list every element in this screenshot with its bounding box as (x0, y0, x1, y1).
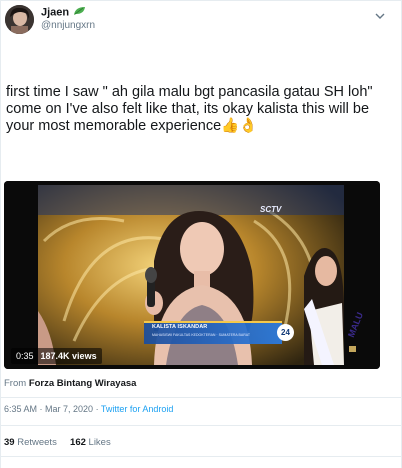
source-prefix: From (4, 378, 27, 389)
video-meta: 0:35 187.4K views (11, 348, 102, 364)
divider (0, 456, 402, 457)
tweet-stats: 39 Retweets 162 Likes (4, 437, 111, 448)
divider (0, 425, 402, 426)
author-handle[interactable]: @nnjungxrn (41, 20, 95, 31)
channel-logo: SCTV (260, 205, 282, 214)
avatar[interactable] (5, 5, 34, 34)
chevron-down-icon[interactable] (374, 8, 386, 19)
divider (0, 397, 402, 398)
likes-count: 162 (70, 437, 86, 448)
leaf-icon (73, 6, 86, 19)
likes-stat[interactable]: 162 Likes (70, 437, 111, 448)
likes-label: Likes (88, 437, 111, 448)
contestant-subtitle: MAHASISWI FAKULTAS KEDOKTERAN · SUMATERA… (152, 333, 250, 337)
tweet-time[interactable]: 6:35 AM (4, 404, 37, 414)
tweet-date[interactable]: Mar 7, 2020 (45, 404, 93, 414)
author-name[interactable]: Jjaen (41, 6, 86, 19)
contestant-name: KALISTA ISKANDAR (152, 324, 208, 330)
video-duration: 0:35 (16, 351, 34, 361)
video-source: From Forza Bintang Wirayasa (4, 378, 136, 389)
display-name-text[interactable]: Jjaen (41, 6, 69, 18)
retweets-count: 39 (4, 437, 15, 448)
video-views: 187.4K views (40, 351, 97, 361)
card-top-border (0, 0, 402, 1)
client-link[interactable]: Twitter for Android (101, 404, 174, 414)
retweets-label: Retweets (17, 437, 57, 448)
contestant-number-badge: 24 (277, 324, 294, 341)
tweet-timestamp: 6:35 AM · Mar 7, 2020 · Twitter for Andr… (4, 404, 174, 414)
avatar-photo-icon (5, 5, 34, 34)
retweets-stat[interactable]: 39 Retweets (4, 437, 57, 448)
video-player[interactable]: SCTV KALISTA ISKANDAR MAHASISWI FAKULTAS… (4, 181, 380, 369)
tweet-text: first time I saw " ah gila malu bgt panc… (6, 84, 373, 135)
lower-third-caption: KALISTA ISKANDAR MAHASISWI FAKULTAS KEDO… (146, 320, 279, 344)
source-name-link[interactable]: Forza Bintang Wirayasa (29, 378, 137, 389)
